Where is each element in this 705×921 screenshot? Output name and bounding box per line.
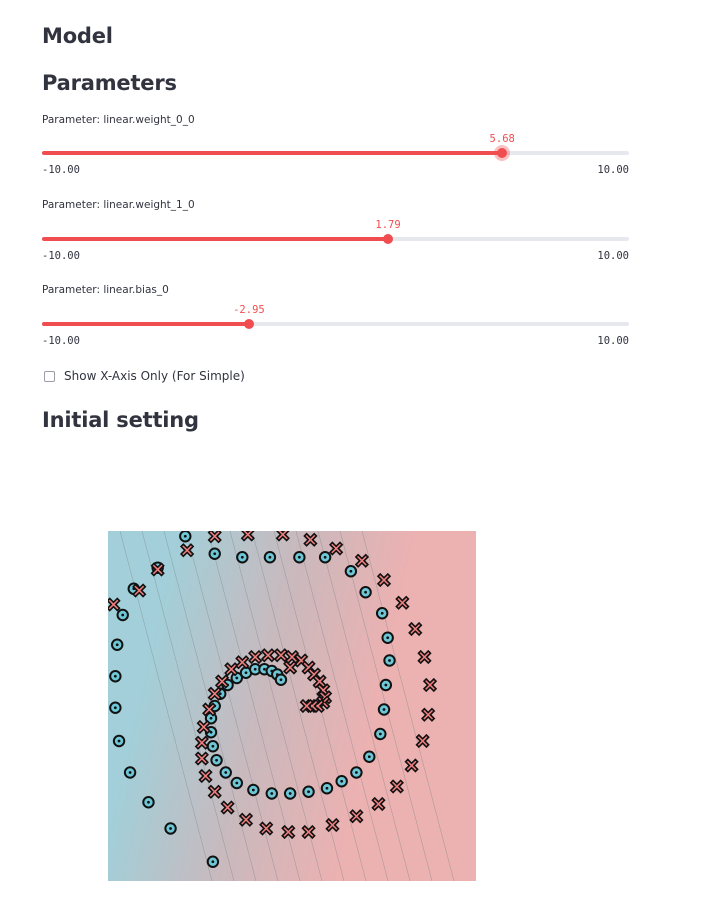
class-a-point <box>320 782 334 795</box>
slider-bias-0[interactable]: -2.95 -10.00 10.00 <box>42 304 629 347</box>
slider-value: 5.68 <box>489 133 515 145</box>
class-a-point <box>208 547 221 560</box>
class-a-point <box>206 740 220 753</box>
slider-thumb[interactable] <box>383 234 394 244</box>
slider-label-weight-1-0: Parameter: linear.weight_1_0 <box>42 199 195 211</box>
slider-label-bias-0: Parameter: linear.bias_0 <box>42 284 169 296</box>
slider-label-weight-0-0: Parameter: linear.weight_0_0 <box>42 114 195 126</box>
class-a-point <box>274 673 288 686</box>
slider-thumb[interactable] <box>497 148 508 158</box>
slider-thumb[interactable] <box>243 319 254 329</box>
slider-fill <box>42 151 503 155</box>
class-a-point <box>359 586 372 599</box>
class-a-point <box>111 638 124 651</box>
class-a-point <box>335 775 348 788</box>
class-a-point <box>142 796 155 809</box>
class-a-point <box>363 750 376 763</box>
class-a-point <box>116 608 129 622</box>
class-a-point <box>293 551 306 564</box>
class-a-point <box>344 565 358 578</box>
class-a-point <box>164 822 177 835</box>
slider-min-label: -10.00 <box>42 164 80 176</box>
slider-max-label: 10.00 <box>597 164 629 176</box>
class-a-point <box>350 766 363 779</box>
checkbox-box[interactable] <box>44 370 55 382</box>
class-a-point <box>379 678 393 692</box>
class-a-point <box>381 631 394 644</box>
class-a-point <box>179 531 192 543</box>
class-a-point <box>210 754 223 767</box>
class-a-point <box>318 551 332 564</box>
class-a-point <box>109 670 122 683</box>
class-a-point <box>230 776 244 790</box>
slider-fill <box>42 322 249 326</box>
slider-value: -2.95 <box>233 304 265 316</box>
show-x-axis-only-checkbox[interactable]: Show X-Axis Only (For Simple) <box>44 370 245 382</box>
slider-weight-0-0[interactable]: 5.68 -10.00 10.00 <box>42 133 629 176</box>
class-a-point <box>123 766 137 779</box>
class-a-point <box>302 785 315 798</box>
class-a-point <box>206 855 220 868</box>
model-heading: Model <box>42 24 113 48</box>
slider-min-label: -10.00 <box>42 250 80 262</box>
slider-max-label: 10.00 <box>597 250 629 262</box>
slider-value: 1.79 <box>375 219 401 231</box>
class-a-point <box>375 607 389 620</box>
class-a-point <box>219 766 232 779</box>
initial-setting-heading: Initial setting <box>42 408 199 432</box>
class-a-point <box>112 734 126 748</box>
class-a-point <box>263 551 277 564</box>
class-a-point <box>236 551 249 564</box>
class-a-point <box>283 787 297 800</box>
slider-min-label: -10.00 <box>42 335 80 347</box>
decision-boundary-plot <box>108 531 476 881</box>
checkbox-label: Show X-Axis Only (For Simple) <box>64 369 245 383</box>
class-a-point <box>383 654 396 667</box>
slider-max-label: 10.00 <box>597 335 629 347</box>
class-a-point <box>377 703 391 716</box>
class-a-point <box>374 727 387 741</box>
class-a-point <box>109 701 122 714</box>
class-a-point <box>247 783 260 797</box>
slider-weight-1-0[interactable]: 1.79 -10.00 10.00 <box>42 219 629 262</box>
class-a-point <box>265 787 278 800</box>
parameters-heading: Parameters <box>42 71 177 95</box>
slider-fill <box>42 237 389 241</box>
